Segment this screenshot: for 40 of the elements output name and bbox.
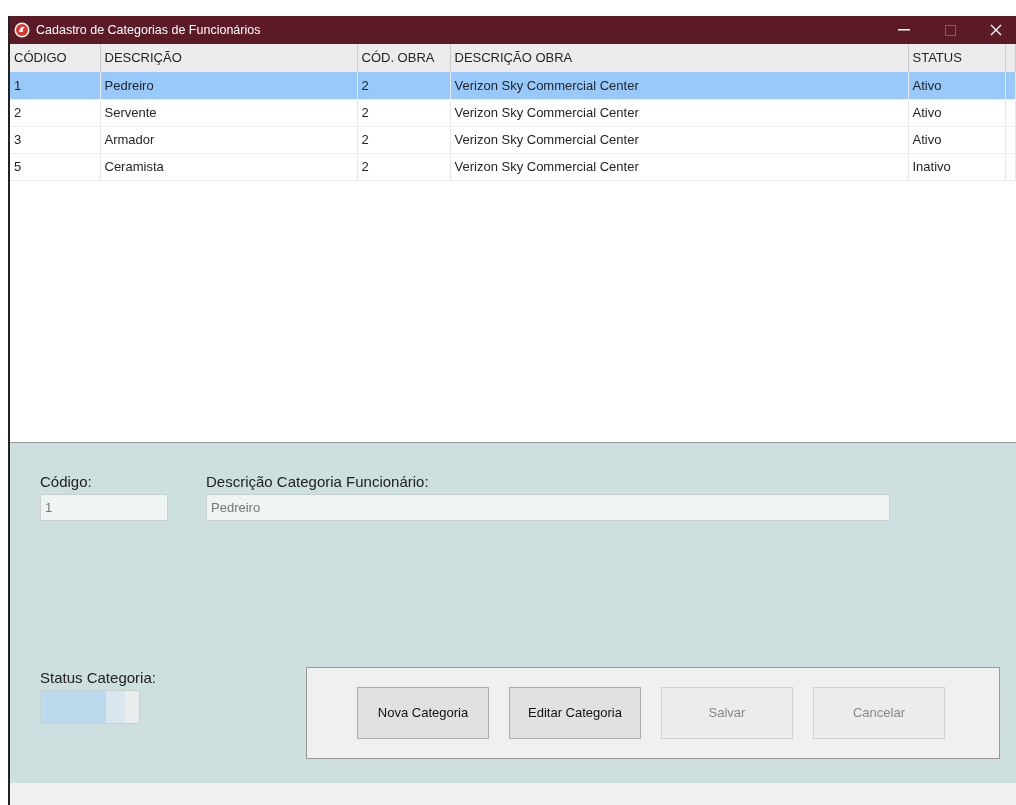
status-toggle[interactable]	[40, 689, 140, 724]
column-header[interactable]: STATUS	[908, 44, 1005, 72]
table-cell: Ativo	[908, 126, 1005, 153]
column-header[interactable]: DESCRIÇÃO	[100, 44, 357, 72]
table-cell: 2	[357, 126, 450, 153]
column-header[interactable]: CÓDIGO	[10, 44, 100, 72]
column-header[interactable]: DESCRIÇÃO OBRA	[450, 44, 908, 72]
action-button[interactable]: Editar Categoria	[509, 687, 641, 739]
table-cell: Ativo	[908, 99, 1005, 126]
table-cell: Pedreiro	[100, 72, 357, 99]
maximize-icon	[944, 24, 956, 36]
action-button[interactable]: Nova Categoria	[357, 687, 489, 739]
app-icon	[14, 22, 30, 38]
table-cell: 3	[10, 126, 100, 153]
table-cell: 2	[10, 99, 100, 126]
table-cell: 1	[10, 72, 100, 99]
column-header[interactable]: CÓD. OBRA	[357, 44, 450, 72]
table-cell: 2	[357, 99, 450, 126]
description-label: Descrição Categoria Funcionário:	[206, 472, 430, 492]
status-label: Status Categoria:	[40, 668, 156, 688]
window-title: Cadastro de Categorias de Funcionários	[36, 21, 261, 39]
code-label: Código:	[40, 472, 93, 492]
table-cell: Verizon Sky Commercial Center	[450, 153, 908, 180]
table-cell: Ceramista	[100, 153, 357, 180]
close-icon	[990, 24, 1002, 36]
table-cell: Verizon Sky Commercial Center	[450, 99, 908, 126]
table-cell: Servente	[100, 99, 357, 126]
table-cell: 5	[10, 153, 100, 180]
table-row[interactable]: 2 Servente 2 Verizon Sky Commercial Center Ativo	[10, 99, 1016, 126]
table-cell: Verizon Sky Commercial Center	[450, 72, 908, 99]
table-row[interactable]: 5 Ceramista 2 Verizon Sky Commercial Center Inativo	[10, 153, 1016, 180]
table-cell: Armador	[100, 126, 357, 153]
minimize-icon	[898, 29, 910, 31]
table-row[interactable]: 1 Pedreiro 2 Verizon Sky Commercial Center Ativo	[10, 72, 1016, 99]
table-row[interactable]: 3 Armador 2 Verizon Sky Commercial Center Ativo	[10, 126, 1016, 153]
table-cell: Verizon Sky Commercial Center	[450, 126, 908, 153]
table-cell: Inativo	[908, 153, 1005, 180]
table-cell: Ativo	[908, 72, 1005, 99]
table-cell: 2	[357, 153, 450, 180]
table-cell: 2	[357, 72, 450, 99]
